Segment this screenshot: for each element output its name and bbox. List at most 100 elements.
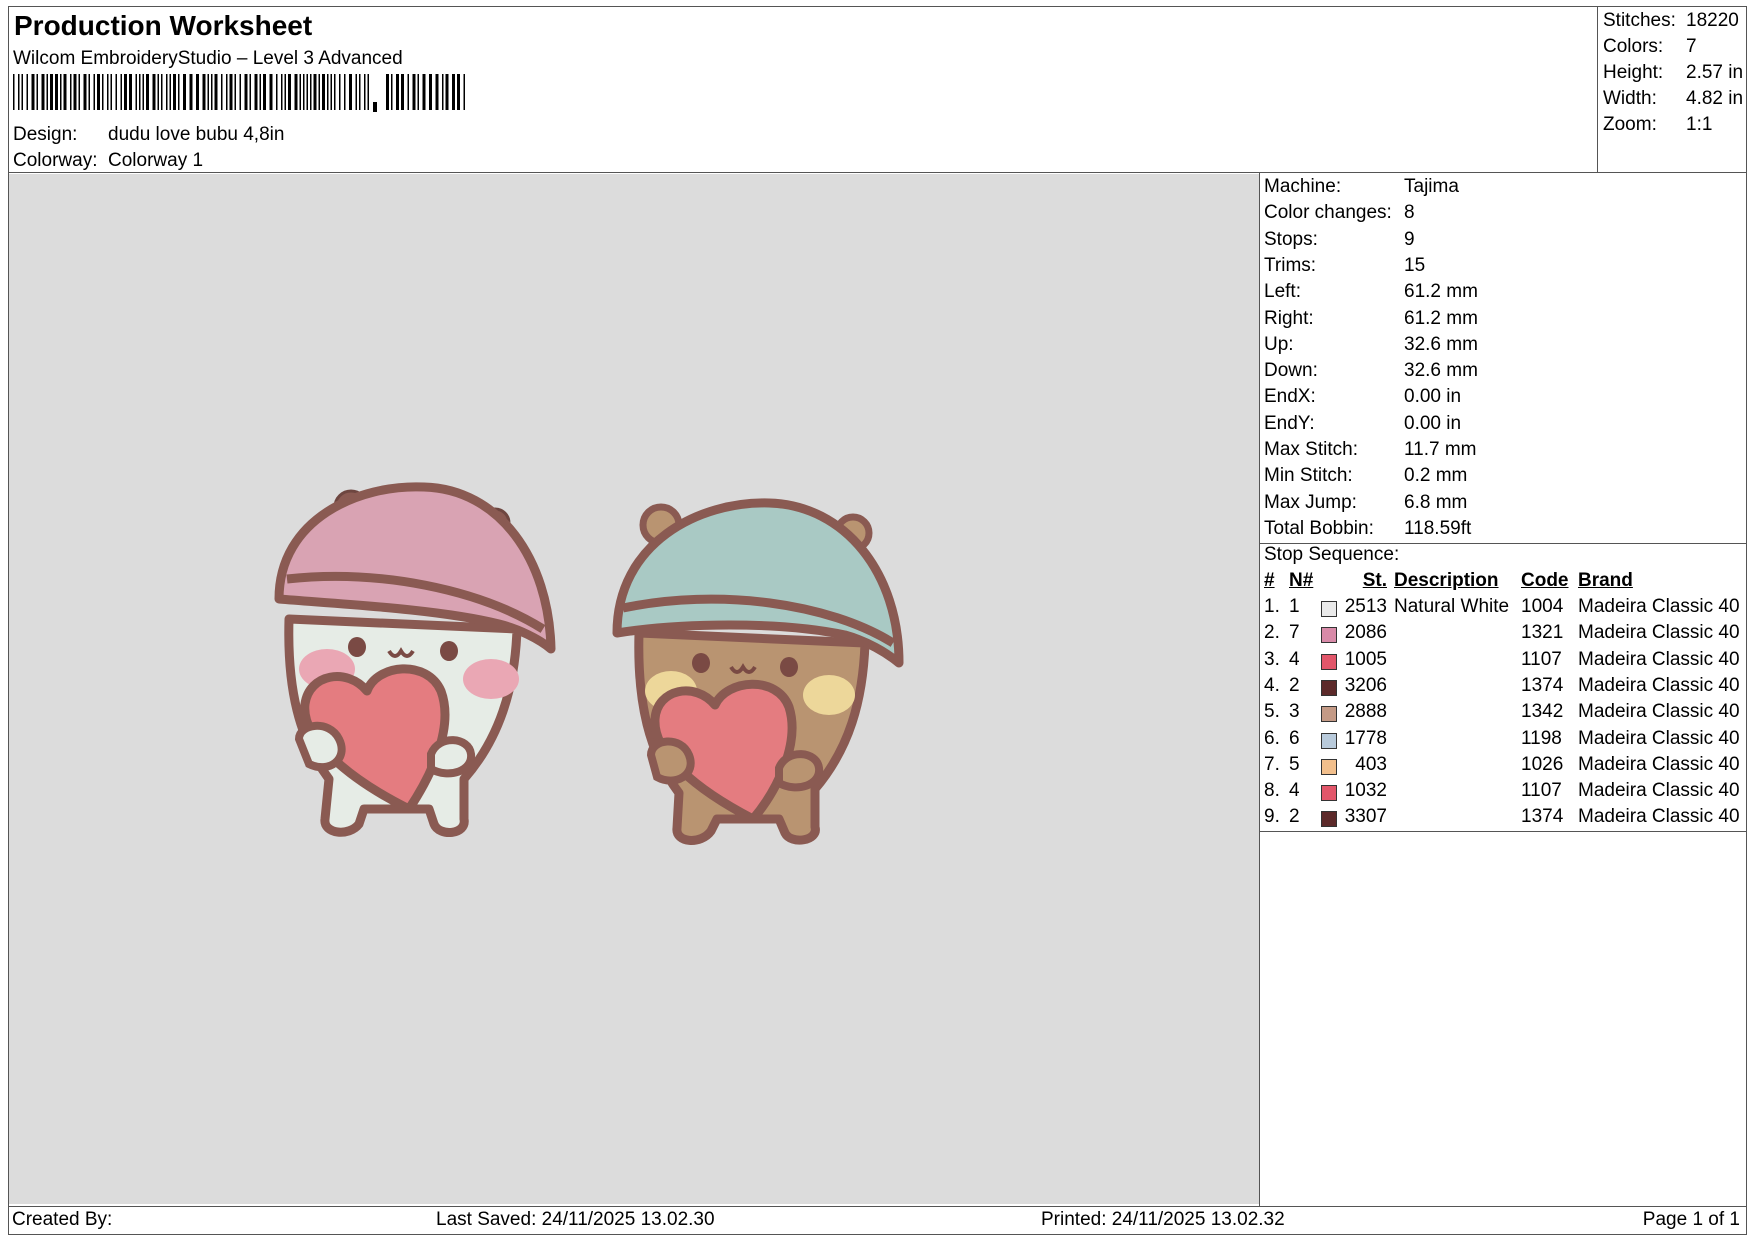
- stop-brand: Madeira Classic 40: [1578, 701, 1740, 723]
- col-brand: Brand: [1578, 570, 1633, 591]
- barcode-bar: [13, 74, 15, 110]
- stop-needle: 2: [1289, 806, 1300, 828]
- barcode-bar: [435, 74, 439, 110]
- stop-row: 5. 3 2888 1342 Madeira Classic 40: [0, 701, 1755, 727]
- barcode-bar: [259, 74, 261, 110]
- machine-info-row: Max Jump: 6.8 mm: [1264, 492, 1664, 518]
- summary-value: 4.82 in: [1686, 88, 1744, 109]
- barcode-bar: [303, 74, 305, 110]
- barcode-bar: [349, 74, 352, 110]
- stop-code: 1374: [1521, 674, 1564, 696]
- barcode-bar: [422, 74, 426, 110]
- stop-num: 8.: [1264, 780, 1280, 802]
- barcode-bar: [166, 74, 168, 110]
- barcode-bar: [93, 74, 95, 110]
- printed-date: Printed: 24/11/2025 13.02.32: [1041, 1209, 1285, 1230]
- info-value: 61.2 mm: [1404, 307, 1478, 329]
- barcode-bar: [21, 74, 23, 110]
- machine-info-row: Color changes: 8: [1264, 202, 1664, 228]
- info-value: 118.59ft: [1404, 517, 1472, 539]
- col-st: St.: [1362, 570, 1387, 591]
- summary-value: 2.57 in: [1686, 62, 1744, 83]
- barcode-bar: [359, 74, 361, 110]
- stop-needle: 6: [1289, 727, 1300, 749]
- barcode-bar: [284, 74, 286, 110]
- barcode-bar: [139, 74, 141, 110]
- barcode-bar: [211, 74, 213, 110]
- barcode-bar: [445, 74, 449, 110]
- info-value: 6.8 mm: [1404, 491, 1468, 513]
- barcode-bar: [344, 74, 346, 110]
- barcode-bar: [146, 74, 149, 110]
- stop-stitches: 2513: [1344, 596, 1387, 617]
- stop-row: 2. 7 2086 1321 Madeira Classic 40: [0, 622, 1755, 648]
- barcode-bar: [401, 74, 404, 110]
- barcode-bar: [339, 74, 341, 110]
- barcode-bar: [41, 74, 45, 110]
- stop-needle: 1: [1289, 596, 1300, 617]
- info-label: Total Bobbin:: [1264, 517, 1374, 539]
- colorway-label: Colorway:: [13, 150, 98, 171]
- barcode-bar: [124, 74, 127, 110]
- barcode-bar: [18, 74, 20, 110]
- info-label: EndY:: [1264, 412, 1315, 434]
- barcode-bar: [364, 74, 366, 110]
- barcode-bar: [129, 74, 132, 110]
- barcode-bar: [183, 74, 186, 110]
- summary-divider: [1597, 6, 1598, 172]
- barcode-bar: [330, 74, 332, 110]
- machine-info-row: Trims: 15: [1264, 255, 1664, 281]
- stop-stitches: 3206: [1344, 674, 1387, 696]
- barcode-bar: [306, 74, 308, 110]
- barcode-bar: [142, 74, 144, 110]
- barcode-bar: [173, 74, 176, 110]
- barcode-bar: [288, 74, 291, 110]
- summary-value: 18220: [1686, 10, 1739, 31]
- stop-description: Natural White: [1394, 596, 1510, 617]
- stop-brand: Madeira Classic 40: [1578, 596, 1740, 617]
- barcode-bar: [88, 74, 90, 110]
- machine-info-row: EndY: 0.00 in: [1264, 413, 1664, 439]
- barcode-bar: [391, 74, 393, 110]
- barcode-image: [13, 74, 465, 112]
- barcode-bar: [281, 74, 283, 110]
- barcode-bar: [429, 74, 432, 110]
- stop-code: 1107: [1521, 780, 1562, 802]
- col-description: Description: [1394, 570, 1499, 591]
- info-value: 32.6 mm: [1404, 360, 1478, 382]
- stop-row: 4. 2 3206 1374 Madeira Classic 40: [0, 675, 1755, 701]
- summary-row: Colors: 7: [1603, 36, 1743, 60]
- info-label: Trims:: [1264, 254, 1317, 276]
- barcode-comma: [373, 102, 377, 112]
- barcode-bar: [120, 74, 122, 110]
- info-label: Left:: [1264, 281, 1301, 303]
- info-value: 11.7 mm: [1404, 439, 1477, 460]
- barcode-bar: [178, 74, 180, 110]
- barcode-bar: [412, 74, 416, 110]
- stop-brand: Madeira Classic 40: [1578, 622, 1740, 644]
- stop-code: 1026: [1521, 753, 1564, 775]
- barcode-bar: [417, 74, 419, 110]
- barcode-bar: [386, 74, 389, 110]
- barcode-bar: [310, 74, 312, 110]
- stop-row: 9. 2 3307 1374 Madeira Classic 40: [0, 806, 1755, 832]
- machine-info-row: Total Bobbin: 118.59ft: [1264, 518, 1664, 544]
- info-value: 61.2 mm: [1404, 281, 1478, 303]
- machine-info-row: Stops: 9: [1264, 229, 1664, 255]
- stop-code: 1374: [1521, 806, 1564, 828]
- summary-value: 1:1: [1686, 114, 1713, 135]
- page-title: Production Worksheet: [14, 10, 313, 41]
- stop-row: 7. 5 403 1026 Madeira Classic 40: [0, 754, 1755, 780]
- barcode-bar: [254, 74, 258, 110]
- design-value: dudu love bubu 4,8in: [108, 124, 285, 145]
- stop-brand: Madeira Classic 40: [1578, 727, 1740, 749]
- stop-brand: Madeira Classic 40: [1578, 674, 1740, 696]
- barcode-bar: [239, 74, 241, 110]
- stop-num: 9.: [1264, 806, 1280, 828]
- stop-row: 6. 6 1778 1198 Madeira Classic 40: [0, 728, 1755, 754]
- barcode-bar: [457, 74, 460, 110]
- stop-brand: Madeira Classic 40: [1578, 648, 1740, 670]
- machine-info-row: Up: 32.6 mm: [1264, 334, 1664, 360]
- barcode-bar: [36, 74, 38, 110]
- stop-needle: 2: [1289, 674, 1300, 696]
